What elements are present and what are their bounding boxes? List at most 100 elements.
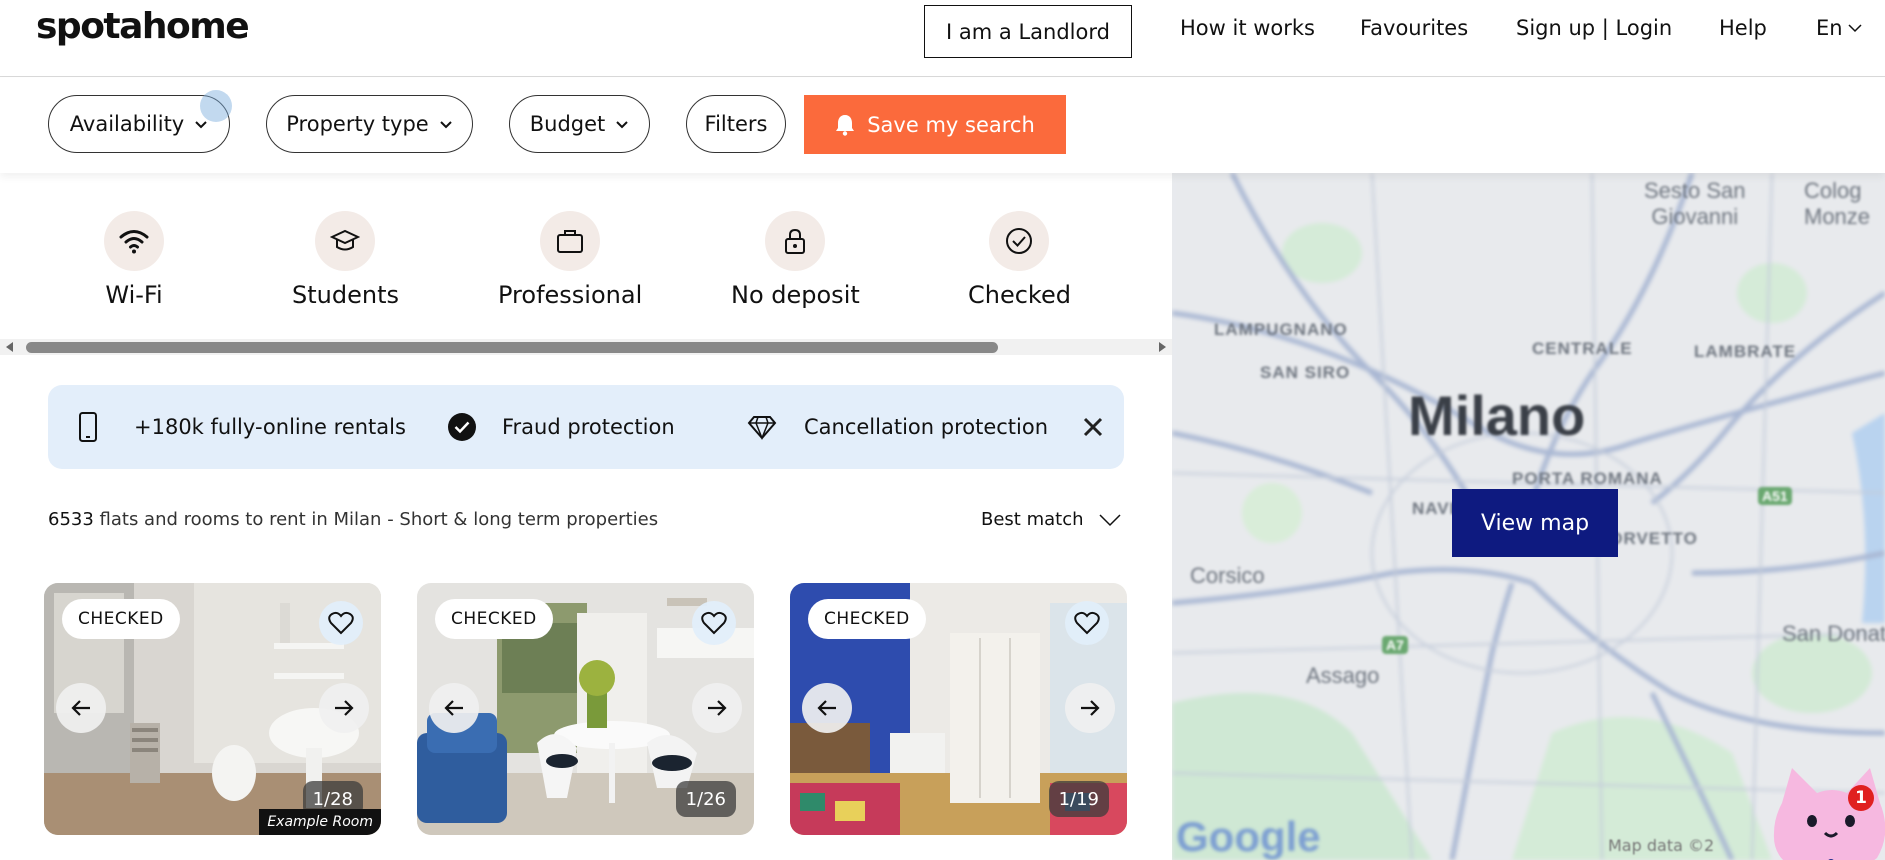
banner-fraud: Fraud protection (447, 385, 675, 469)
heart-icon[interactable] (692, 601, 736, 645)
chat-notification-badge: 1 (1848, 785, 1874, 811)
map-label-cologno: Colog Monze (1804, 178, 1871, 229)
map-label-porta-romana: PORTA ROMANA (1512, 469, 1663, 488)
banner-fraud-label: Fraud protection (502, 415, 675, 439)
landlord-button[interactable]: I am a Landlord (924, 5, 1132, 58)
checked-badge: CHECKED (435, 599, 553, 639)
bell-icon (836, 114, 855, 136)
heart-icon[interactable] (1065, 601, 1109, 645)
map-preview[interactable]: Sesto San Giovanni Colog Monze LAMPUGNANO … (1172, 173, 1885, 860)
google-logo: Google (1176, 813, 1321, 860)
arrow-right-icon (1081, 700, 1100, 716)
budget-filter[interactable]: Budget (509, 95, 650, 153)
property-type-label: Property type (286, 112, 429, 136)
arrow-right-icon (335, 700, 354, 716)
map-label-san-donato: San Donato (1782, 621, 1885, 646)
example-room-tag: Example Room (259, 809, 381, 835)
checked-badge: CHECKED (808, 599, 926, 639)
heart-icon[interactable] (319, 601, 363, 645)
listings-panel: Wi-Fi Students Professional No deposit C… (0, 173, 1172, 860)
map-label-san-siro: SAN SIRO (1260, 363, 1351, 382)
category-professional[interactable]: Professional (498, 211, 642, 309)
next-photo-button[interactable] (692, 683, 742, 733)
category-label: Professional (498, 281, 643, 309)
banner-rentals: +180k fully-online rentals (78, 385, 406, 469)
category-label: Wi-Fi (105, 281, 163, 309)
nav-how-it-works[interactable]: How it works (1180, 16, 1315, 40)
arrow-left-icon (817, 700, 836, 716)
listing-card[interactable]: CHECKED 1/26 (417, 583, 754, 835)
map-data-attribution: Map data ©2 (1608, 836, 1715, 855)
arrow-right-icon (708, 700, 727, 716)
next-photo-button[interactable] (1065, 683, 1115, 733)
checked-badge: CHECKED (62, 599, 180, 639)
chat-assistant-cat-icon[interactable] (1762, 763, 1885, 860)
banner-cancellation-label: Cancellation protection (804, 415, 1049, 439)
language-label: En (1816, 16, 1843, 40)
sort-dropdown[interactable]: Best match (981, 509, 1122, 530)
graduation-cap-icon (315, 211, 376, 271)
scroll-right-arrow[interactable] (1159, 342, 1166, 352)
property-type-filter[interactable]: Property type (266, 95, 473, 153)
map-label-lampugnano: LAMPUGNANO (1214, 320, 1348, 339)
category-checked[interactable]: Checked (968, 211, 1071, 309)
phone-icon (79, 412, 97, 442)
photo-counter: 1/26 (675, 781, 736, 817)
budget-label: Budget (529, 112, 606, 136)
map-label-centrale: CENTRALE (1532, 339, 1633, 358)
diamond-icon (747, 416, 777, 440)
next-photo-button[interactable] (319, 683, 369, 733)
category-students[interactable]: Students (292, 211, 399, 309)
check-circle-icon (989, 211, 1050, 271)
availability-label: Availability (69, 112, 185, 136)
top-header: spotahome I am a Landlord How it works F… (0, 0, 1885, 77)
scrollbar-thumb[interactable] (26, 342, 998, 353)
chevron-down-icon (1098, 513, 1121, 526)
map-label-corsico: Corsico (1190, 563, 1265, 588)
category-label: Students (292, 281, 399, 309)
category-label: Checked (968, 281, 1071, 309)
chevron-down-icon (195, 120, 207, 128)
view-map-button[interactable]: View map (1452, 489, 1618, 557)
category-wifi[interactable]: Wi-Fi (104, 211, 164, 309)
wifi-icon (104, 211, 164, 271)
map-label-sesto: Sesto San Giovanni (1644, 178, 1746, 229)
photo-counter: 1/19 (1048, 781, 1109, 817)
previous-photo-button[interactable] (802, 683, 852, 733)
sort-label: Best match (981, 509, 1084, 530)
listing-card[interactable]: CHECKED 1/28 Example Room (44, 583, 381, 835)
spotahome-logo[interactable]: spotahome (36, 6, 250, 47)
nav-sign-up-login[interactable]: Sign up | Login (1516, 16, 1672, 40)
listing-card[interactable]: CHECKED 1/19 (790, 583, 1127, 835)
chevron-down-icon (616, 120, 628, 128)
cursor-indicator (200, 90, 232, 122)
map-label-lambrate: LAMBRATE (1694, 342, 1797, 361)
nav-help[interactable]: Help (1719, 16, 1767, 40)
scroll-left-arrow[interactable] (6, 342, 13, 352)
categories-scrollbar[interactable] (0, 339, 1172, 355)
category-no-deposit[interactable]: No deposit (731, 211, 860, 309)
results-count: 6533 (48, 509, 94, 530)
arrow-left-icon (444, 700, 463, 716)
map-label-a7: A7 (1382, 636, 1408, 654)
banner-cancellation: Cancellation protection (747, 385, 1048, 469)
banner-rentals-label: +180k fully-online rentals (134, 415, 406, 439)
map-label-assago: Assago (1306, 663, 1380, 688)
chevron-down-icon (1848, 24, 1862, 33)
arrow-left-icon (71, 700, 90, 716)
close-icon[interactable] (1076, 410, 1110, 444)
category-label: No deposit (731, 281, 860, 309)
results-summary: 6533 flats and rooms to rent in Milan - … (48, 509, 658, 530)
trust-banner: +180k fully-online rentals Fraud protect… (48, 385, 1124, 469)
language-selector[interactable]: En (1816, 16, 1863, 40)
filter-bar: Availability Property type Budget Filter… (0, 78, 1885, 173)
nav-favourites[interactable]: Favourites (1360, 16, 1468, 40)
results-text: flats and rooms to rent in Milan - Short… (93, 509, 659, 530)
filters-button[interactable]: Filters (686, 95, 786, 153)
previous-photo-button[interactable] (429, 683, 479, 733)
save-search-label: Save my search (867, 112, 1035, 137)
previous-photo-button[interactable] (56, 683, 106, 733)
map-label-milano: Milano (1408, 384, 1586, 447)
save-search-button[interactable]: Save my search (804, 95, 1066, 154)
briefcase-icon (540, 211, 601, 271)
